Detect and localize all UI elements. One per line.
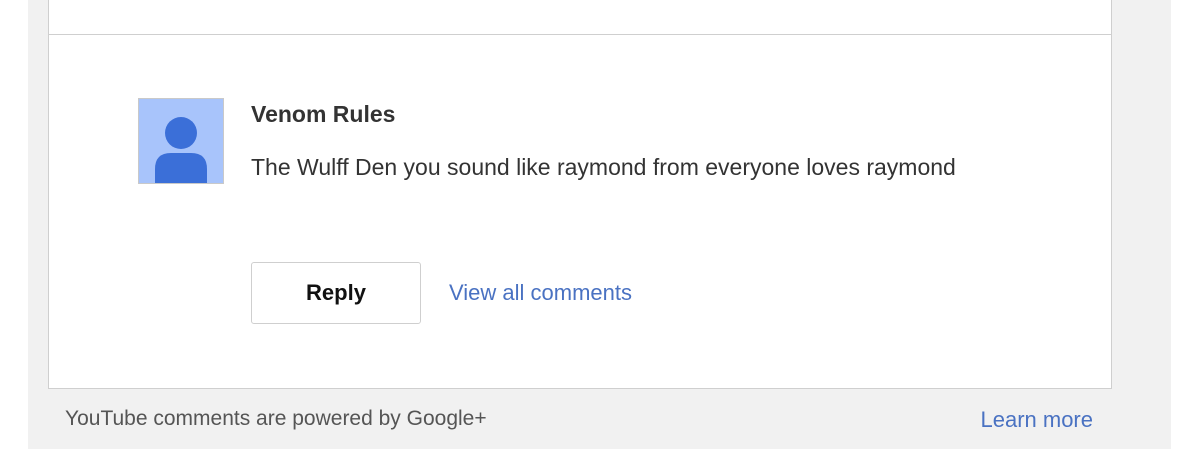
view-all-comments-link[interactable]: View all comments (449, 280, 632, 306)
learn-more-link[interactable]: Learn more (980, 407, 1093, 433)
previous-comment-card (48, 0, 1112, 35)
default-user-icon (155, 117, 207, 183)
avatar[interactable] (138, 98, 224, 184)
powered-by-text: YouTube comments are powered by Google+ (65, 407, 487, 430)
comment-author[interactable]: Venom Rules (251, 101, 395, 128)
reply-button[interactable]: Reply (251, 262, 421, 324)
comment-card: Venom Rules The Wulff Den you sound like… (48, 35, 1112, 389)
comment-text: The Wulff Den you sound like raymond fro… (251, 154, 956, 180)
